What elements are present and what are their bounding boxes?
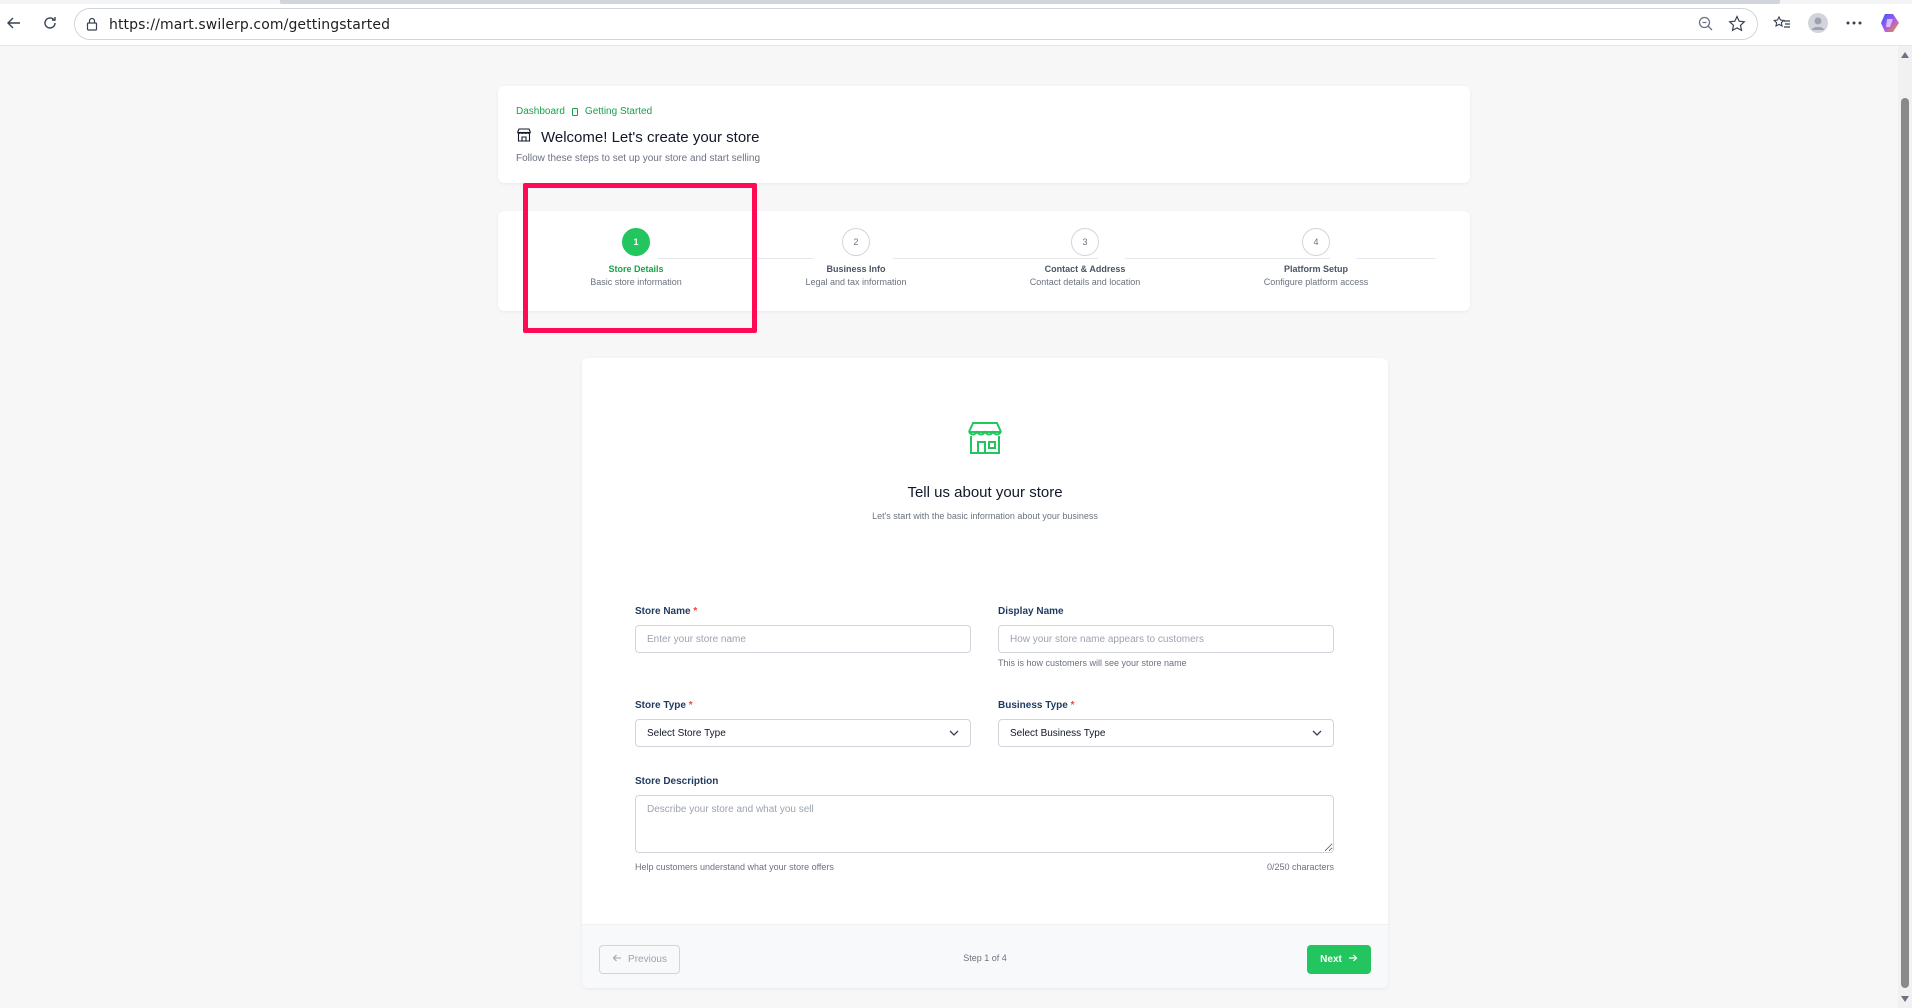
- store-icon: [516, 127, 532, 147]
- step-platform-setup[interactable]: 4 Platform Setup Configure platform acce…: [1221, 228, 1411, 287]
- back-icon[interactable]: [2, 11, 26, 35]
- form-footer: Previous Step 1 of 4 Next: [582, 924, 1388, 988]
- step-number-badge: 1: [622, 228, 650, 256]
- url-text[interactable]: https://mart.swilerp.com/gettingstarted: [109, 17, 390, 33]
- address-bar[interactable]: https://mart.swilerp.com/gettingstarted: [74, 8, 1758, 40]
- store-type-select[interactable]: Select Store Type: [635, 719, 971, 747]
- form-subtitle: Let's start with the basic information a…: [872, 511, 1098, 521]
- step-label: Contact & Address: [1044, 264, 1126, 274]
- step-description: Legal and tax information: [805, 277, 907, 287]
- store-name-input[interactable]: [635, 625, 971, 653]
- step-store-details[interactable]: 1 Store Details Basic store information: [541, 228, 731, 287]
- display-name-field: Display Name This is how customers will …: [998, 606, 1334, 668]
- arrow-right-icon: [1348, 954, 1358, 965]
- breadcrumb-dashboard-link[interactable]: Dashboard: [516, 106, 565, 117]
- store-description-field: Store Description Help customers underst…: [635, 776, 1334, 872]
- character-counter: 0/250 characters: [1266, 862, 1334, 872]
- field-label: Store Description: [635, 776, 719, 787]
- store-description-textarea[interactable]: [635, 795, 1334, 853]
- business-type-select[interactable]: Select Business Type: [998, 719, 1334, 747]
- form-title: Tell us about your store: [907, 484, 1063, 501]
- step-description: Configure platform access: [1263, 277, 1369, 287]
- business-type-field: Business Type * Select Business Type: [998, 700, 1334, 747]
- display-name-input[interactable]: [998, 625, 1334, 653]
- step-number-badge: 4: [1302, 228, 1330, 256]
- field-hint: Help customers understand what your stor…: [635, 862, 834, 872]
- step-counter: Step 1 of 4: [963, 953, 1007, 963]
- select-value: Select Business Type: [1010, 727, 1106, 739]
- favorites-icon[interactable]: [1770, 11, 1794, 35]
- breadcrumb: Dashboard Getting Started: [516, 106, 652, 117]
- zoom-icon[interactable]: [1697, 15, 1715, 38]
- step-number-badge: 3: [1071, 228, 1099, 256]
- store-icon: [966, 420, 1004, 461]
- breadcrumb-current: Getting Started: [584, 106, 653, 117]
- step-label: Business Info: [826, 264, 886, 274]
- lock-icon: [85, 16, 99, 37]
- step-description: Contact details and location: [1029, 277, 1141, 287]
- select-value: Select Store Type: [647, 727, 726, 739]
- page-scrollbar[interactable]: [1898, 46, 1912, 1008]
- chevron-down-icon: [1312, 728, 1322, 739]
- store-details-form: Tell us about your store Let's start wit…: [582, 358, 1388, 988]
- more-options-icon[interactable]: [1842, 11, 1866, 35]
- breadcrumb-separator-icon: [571, 107, 578, 116]
- store-type-field: Store Type * Select Store Type: [635, 700, 971, 747]
- chevron-down-icon: [949, 728, 959, 739]
- reload-icon[interactable]: [38, 11, 62, 35]
- page-title: Welcome! Let's create your store: [516, 127, 760, 147]
- setup-stepper: 1 Store Details Basic store information …: [498, 211, 1470, 311]
- step-label: Platform Setup: [1283, 264, 1348, 274]
- field-hint: This is how customers will see your stor…: [998, 658, 1187, 668]
- copilot-icon[interactable]: [1878, 11, 1902, 35]
- scroll-up-icon[interactable]: [1901, 52, 1909, 58]
- field-label: Store Type *: [635, 700, 693, 711]
- next-label: Next: [1320, 954, 1342, 965]
- browser-toolbar: https://mart.swilerp.com/gettingstarted: [0, 0, 1912, 46]
- field-label: Business Type *: [998, 700, 1075, 711]
- profile-avatar-icon[interactable]: [1806, 11, 1830, 35]
- next-button[interactable]: Next: [1307, 945, 1371, 974]
- page-header-card: Dashboard Getting Started Welcome! Let's…: [498, 86, 1470, 183]
- step-business-info[interactable]: 2 Business Info Legal and tax informatio…: [761, 228, 951, 287]
- scroll-down-icon[interactable]: [1901, 996, 1909, 1002]
- scrollbar-thumb[interactable]: [1901, 98, 1909, 988]
- page-title-text: Welcome! Let's create your store: [541, 128, 760, 146]
- step-description: Basic store information: [590, 277, 682, 287]
- favorite-star-icon[interactable]: [1727, 14, 1747, 39]
- field-label: Display Name: [998, 606, 1064, 617]
- store-name-field: Store Name *: [635, 606, 971, 653]
- step-contact-address[interactable]: 3 Contact & Address Contact details and …: [990, 228, 1180, 287]
- page-subtitle: Follow these steps to set up your store …: [516, 153, 761, 164]
- step-number-badge: 2: [842, 228, 870, 256]
- step-label: Store Details: [608, 264, 664, 274]
- tab-strip: [0, 0, 1912, 4]
- field-label: Store Name *: [635, 606, 698, 617]
